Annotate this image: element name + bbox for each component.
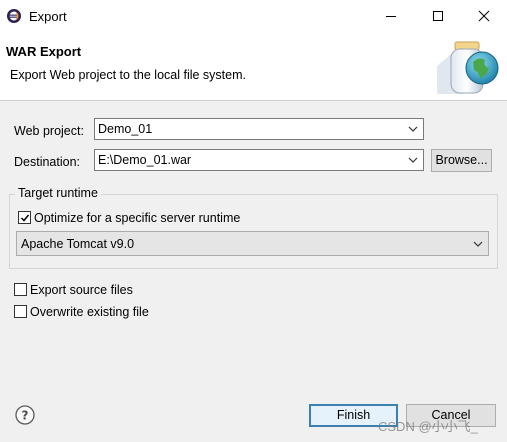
export-source-label[interactable]: Export source files bbox=[30, 283, 133, 297]
watermark: CSDN @小小飞_ bbox=[378, 419, 478, 434]
target-runtime-legend: Target runtime bbox=[15, 186, 101, 200]
server-runtime-value: Apache Tomcat v9.0 bbox=[21, 237, 135, 251]
title-bar: Export bbox=[0, 0, 507, 34]
minimize-icon bbox=[386, 16, 396, 17]
svg-text:?: ? bbox=[22, 409, 29, 423]
window-title: Export bbox=[29, 9, 67, 24]
checkmark-icon bbox=[20, 214, 30, 222]
overwrite-label[interactable]: Overwrite existing file bbox=[30, 305, 149, 319]
minimize-button[interactable] bbox=[368, 0, 414, 32]
overwrite-checkbox[interactable] bbox=[14, 305, 27, 318]
destination-label: Destination: bbox=[14, 155, 81, 169]
jar-globe-icon bbox=[437, 41, 499, 94]
browse-button[interactable]: Browse... bbox=[431, 149, 492, 172]
web-project-combo[interactable]: Demo_01 bbox=[94, 118, 424, 140]
web-project-value: Demo_01 bbox=[98, 122, 153, 136]
chevron-down-icon bbox=[473, 241, 483, 247]
web-project-label: Web project: bbox=[14, 124, 84, 138]
close-button[interactable] bbox=[461, 0, 507, 32]
server-runtime-combo[interactable]: Apache Tomcat v9.0 bbox=[16, 231, 489, 256]
help-icon[interactable]: ? bbox=[15, 405, 35, 425]
maximize-button[interactable] bbox=[415, 0, 461, 32]
chevron-down-icon bbox=[408, 157, 418, 163]
destination-combo[interactable]: E:\Demo_01.war bbox=[94, 149, 424, 171]
destination-value: E:\Demo_01.war bbox=[98, 153, 192, 167]
wizard-header: WAR Export Export Web project to the loc… bbox=[0, 33, 507, 101]
eclipse-icon bbox=[7, 9, 21, 23]
maximize-icon bbox=[433, 11, 443, 21]
chevron-down-icon bbox=[408, 126, 418, 132]
wizard-description: Export Web project to the local file sys… bbox=[10, 68, 246, 82]
optimize-label[interactable]: Optimize for a specific server runtime bbox=[34, 211, 240, 225]
wizard-title: WAR Export bbox=[6, 44, 82, 59]
close-icon bbox=[478, 10, 490, 22]
export-source-checkbox[interactable] bbox=[14, 283, 27, 296]
optimize-checkbox[interactable] bbox=[18, 211, 31, 224]
